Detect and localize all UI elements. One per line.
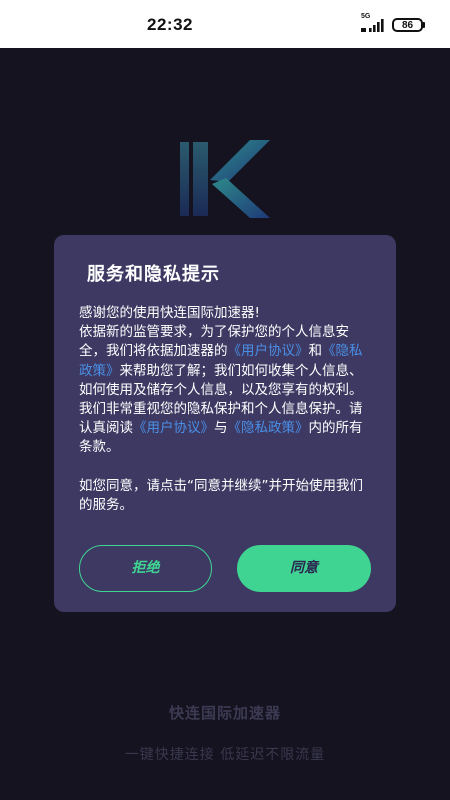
policy-text-d: 与 [214,420,228,437]
app-logo-icon [180,140,270,218]
user-agreement-link-2[interactable]: 《用户协议》 [133,420,214,436]
app-name: 快连国际加速器 [168,704,281,722]
user-agreement-link[interactable]: 《用户协议》 [228,343,309,359]
status-bar: 22:32 5G 86 [0,0,450,48]
privacy-policy-link-2[interactable]: 《隐私政策》 [228,420,309,436]
intro-text: 感谢您的使用快连国际加速器! [79,305,260,321]
policy-text-b: 和 [308,343,323,360]
app-slogan: 一键快捷连接 低延迟不限流量 [124,747,326,763]
agree-button[interactable]: 同意 [237,545,371,592]
battery-icon: 86 [392,18,423,32]
battery-tip [423,22,425,28]
signal-icon: 5G [361,13,389,34]
reject-button[interactable]: 拒绝 [79,545,212,592]
dialog-title: 服务和隐私提示 [87,264,220,285]
privacy-dialog: 服务和隐私提示 感谢您的使用快连国际加速器! 依据新的监管要求，为了保护您的个人… [54,235,396,612]
status-time: 22:32 [147,15,193,34]
dialog-body: 感谢您的使用快连国际加速器! 依据新的监管要求，为了保护您的个人信息安全，我们将… [79,304,375,515]
policy-paragraph: 依据新的监管要求，为了保护您的个人信息安全，我们将依据加速器的《用户协议》和《隐… [79,323,375,457]
splash-screen: 22:32 5G 86 服务和隐私提示 感谢您的使用快连国际加速器! 依据新的监… [0,0,450,800]
consent-text: 如您同意，请点击“同意并继续”并开始使用我们的服务。 [79,477,363,513]
